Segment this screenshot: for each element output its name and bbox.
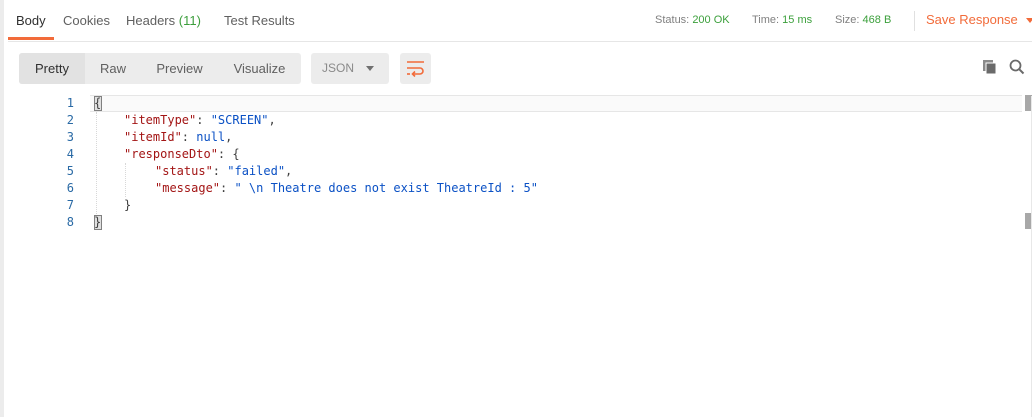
code-line: "responseDto": { (124, 146, 240, 163)
tab-headers[interactable]: Headers (11) (126, 13, 201, 28)
json-separator: : { (217, 147, 240, 161)
status-indicator[interactable]: Status: 200 OK (655, 14, 730, 26)
tab-test-results[interactable]: Test Results (224, 13, 295, 28)
size-value: 468 B (862, 14, 892, 26)
active-tab-indicator (8, 37, 54, 40)
response-tab-bar: Body Cookies Headers (11) Test Results S… (8, 0, 1032, 42)
json-separator: : (196, 113, 211, 127)
json-comma: , (268, 113, 276, 127)
copy-icon[interactable] (982, 59, 998, 75)
line-number: 8 (66, 215, 74, 229)
tab-headers-label: Headers (126, 13, 176, 28)
json-key: "message" (155, 181, 221, 195)
status-value: 200 OK (692, 14, 730, 26)
tab-cookies[interactable]: Cookies (63, 13, 110, 28)
tab-body[interactable]: Body (16, 13, 46, 28)
active-line-highlight (90, 95, 1022, 112)
indent-guide (96, 112, 97, 214)
json-brace: } (94, 215, 102, 229)
json-key: "itemId" (124, 130, 182, 144)
view-raw-button[interactable]: Raw (85, 53, 141, 84)
json-key: "status" (155, 164, 213, 178)
format-select-value: JSON (322, 61, 355, 75)
view-mode-group: Pretty Raw Preview Visualize (19, 53, 301, 84)
code-line: } (94, 214, 101, 231)
json-brace: { (94, 96, 102, 110)
json-comma: , (225, 130, 233, 144)
json-key: "responseDto" (124, 147, 218, 161)
search-icon[interactable] (1009, 59, 1025, 75)
size-label: Size: (835, 14, 860, 26)
headers-count-badge: (11) (178, 13, 201, 28)
json-key: "itemType" (124, 113, 197, 127)
json-separator: : (212, 164, 228, 178)
code-line: "itemId": null, (124, 129, 232, 146)
time-value: 15 ms (782, 14, 813, 26)
view-visualize-button[interactable]: Visualize (218, 53, 301, 84)
json-separator: : (181, 130, 197, 144)
time-label: Time: (752, 14, 780, 26)
view-preview-button[interactable]: Preview (141, 53, 218, 84)
json-value: " \n Theatre does not exist TheatreId : … (234, 181, 538, 195)
json-value: "failed" (227, 164, 286, 178)
view-pretty-button[interactable]: Pretty (19, 53, 85, 84)
code-line: { (94, 95, 101, 112)
indent-guide (125, 163, 126, 197)
code-line: } (124, 197, 131, 214)
response-panel: Body Cookies Headers (11) Test Results S… (0, 0, 1032, 417)
line-number: 6 (66, 181, 74, 195)
json-separator: : (220, 181, 235, 195)
save-response-chevron-down-icon[interactable] (1026, 18, 1032, 23)
code-line: "message": " \n Theatre does not exist T… (155, 180, 538, 197)
line-number: 7 (66, 198, 74, 212)
json-comma: , (285, 164, 293, 178)
wrap-lines-button[interactable] (400, 53, 431, 84)
line-number: 3 (66, 130, 74, 144)
json-brace: } (124, 198, 132, 212)
chevron-down-icon (366, 66, 374, 71)
line-number: 1 (66, 96, 74, 110)
toolbar-divider (914, 11, 915, 31)
json-value: "SCREEN" (210, 113, 269, 127)
size-indicator[interactable]: Size: 468 B (835, 14, 891, 26)
line-number: 5 (66, 164, 74, 178)
time-indicator[interactable]: Time: 15 ms (752, 14, 812, 26)
code-line: "status": "failed", (155, 163, 292, 180)
line-number: 4 (66, 147, 74, 161)
line-number: 2 (66, 113, 74, 127)
code-line: "itemType": "SCREEN", (124, 112, 276, 129)
status-label: Status: (655, 14, 690, 26)
save-response-button[interactable]: Save Response (926, 12, 1018, 27)
format-select[interactable]: JSON (311, 53, 389, 84)
response-body-editor[interactable]: 1 2 3 4 5 6 7 8 { "itemType": "SCREEN", … (8, 93, 1032, 417)
wrap-lines-icon (407, 61, 424, 77)
json-value: null (196, 130, 226, 144)
